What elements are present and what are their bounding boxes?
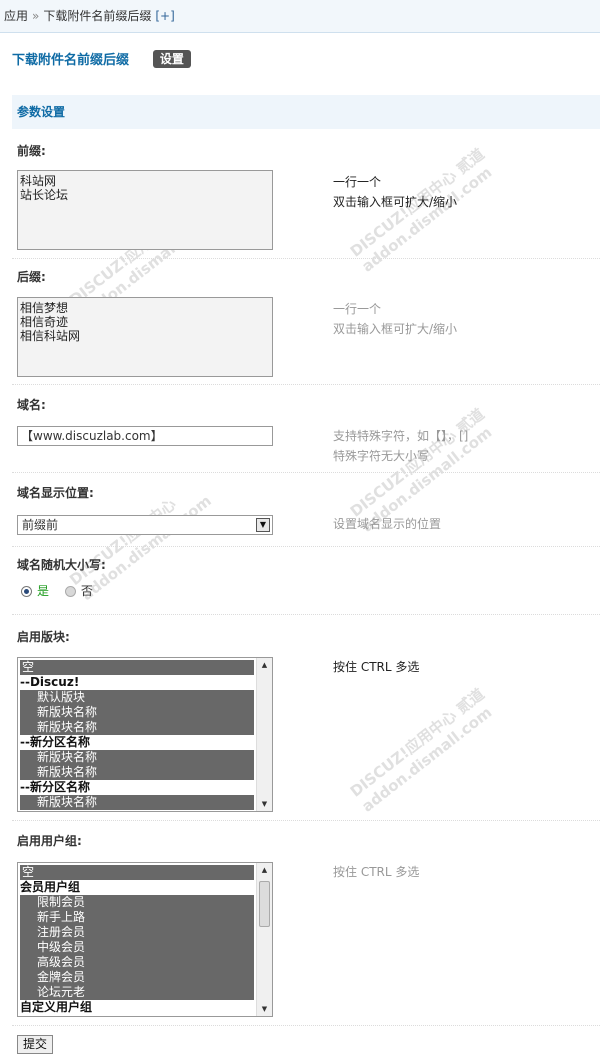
domain-position-label: 域名显示位置: bbox=[17, 486, 94, 500]
domain-label: 域名: bbox=[17, 398, 46, 412]
breadcrumb-plus-link[interactable]: [+] bbox=[155, 9, 174, 23]
divider bbox=[12, 614, 600, 615]
domain-random-case-label: 域名随机大小写: bbox=[17, 558, 106, 572]
prefix-label: 前缀: bbox=[17, 144, 46, 158]
domain-tip: 支持特殊字符，如【】，[] 特殊字符无大小写 bbox=[333, 429, 469, 463]
enabled-groups-tip: 按住 CTRL 多选 bbox=[333, 865, 420, 879]
enabled-forums-options: 空 --Discuz! 默认版块 新版块名称 新版块名称 --新分区名称 新版块名称 新版块名… bbox=[20, 660, 254, 810]
option-group[interactable]: --新分区名称 bbox=[20, 780, 254, 795]
scrollbar[interactable]: ▲ ▼ bbox=[256, 863, 272, 1016]
list-option[interactable]: 限制会员 bbox=[20, 895, 254, 910]
list-option[interactable]: 论坛元老 bbox=[20, 985, 254, 1000]
enabled-groups-listbox[interactable]: 空会员用户组 限制会员 新手上路 注册会员 中级会员 高级会员 金牌会员 论坛元老 自定义用户组… bbox=[17, 862, 273, 1017]
list-option[interactable]: 中级会员 bbox=[20, 940, 254, 955]
enabled-groups-label: 启用用户组: bbox=[17, 834, 82, 848]
scroll-down-icon[interactable]: ▼ bbox=[257, 1002, 272, 1016]
list-option[interactable]: 新版块名称 bbox=[20, 795, 254, 810]
list-option[interactable]: 空 bbox=[20, 660, 254, 675]
suffix-tip: 一行一个 双击输入框可扩大/缩小 bbox=[333, 302, 458, 336]
section-title: 参数设置 bbox=[12, 95, 600, 129]
breadcrumb-separator: » bbox=[32, 9, 40, 23]
domain-position-selected: 前缀前 bbox=[22, 518, 59, 532]
list-option[interactable]: 空 bbox=[20, 865, 254, 880]
domain-input[interactable]: 【www.discuzlab.com】 bbox=[17, 426, 273, 446]
domain-random-case-radios: 是 否 bbox=[21, 583, 93, 599]
radio-yes[interactable] bbox=[21, 586, 32, 597]
list-option[interactable]: 默认版块 bbox=[20, 690, 254, 705]
breadcrumb: 应用 » 下载附件名前缀后缀 [+] bbox=[0, 0, 600, 33]
scrollbar[interactable]: ▲ ▼ bbox=[256, 658, 272, 811]
option-group[interactable]: --新分区名称 bbox=[20, 735, 254, 750]
prefix-tip: 一行一个 双击输入框可扩大/缩小 bbox=[333, 175, 458, 209]
domain-position-tip: 设置域名显示的位置 bbox=[333, 517, 442, 531]
list-option[interactable]: 注册会员 bbox=[20, 925, 254, 940]
divider bbox=[12, 820, 600, 821]
divider bbox=[12, 472, 600, 473]
breadcrumb-root[interactable]: 应用 bbox=[4, 9, 28, 23]
list-option[interactable]: 金牌会员 bbox=[20, 970, 254, 985]
list-option[interactable]: 新版块名称 bbox=[20, 750, 254, 765]
list-option[interactable]: 新版块名称 bbox=[20, 720, 254, 735]
option-group[interactable]: --Discuz! bbox=[20, 675, 254, 690]
enabled-forums-label: 启用版块: bbox=[17, 630, 70, 644]
enabled-groups-options: 空会员用户组 限制会员 新手上路 注册会员 中级会员 高级会员 金牌会员 论坛元老 自定义用户组 bbox=[20, 865, 254, 1015]
breadcrumb-current: 下载附件名前缀后缀 bbox=[43, 9, 152, 23]
enabled-forums-listbox[interactable]: 空 --Discuz! 默认版块 新版块名称 新版块名称 --新分区名称 新版块名称 新版块名… bbox=[17, 657, 273, 812]
suffix-label: 后缀: bbox=[17, 270, 46, 284]
divider bbox=[12, 1025, 600, 1026]
scroll-up-icon[interactable]: ▲ bbox=[257, 658, 272, 672]
radio-no-label[interactable]: 否 bbox=[81, 584, 93, 598]
divider bbox=[12, 384, 600, 385]
list-option[interactable]: 新手上路 bbox=[20, 910, 254, 925]
page-header: 下载附件名前缀后缀 设置 bbox=[12, 50, 191, 72]
radio-no[interactable] bbox=[64, 586, 76, 597]
scroll-thumb[interactable] bbox=[259, 881, 270, 927]
domain-position-select[interactable]: 前缀前 ▼ bbox=[17, 515, 273, 535]
list-option[interactable]: 新版块名称 bbox=[20, 765, 254, 780]
option-group[interactable]: 自定义用户组 bbox=[20, 1000, 254, 1015]
scroll-up-icon[interactable]: ▲ bbox=[257, 863, 272, 877]
divider bbox=[12, 546, 600, 547]
suffix-textarea[interactable]: 相信梦想 相信奇迹 相信科站网 bbox=[17, 297, 273, 377]
tab-settings[interactable]: 设置 bbox=[152, 50, 191, 68]
list-option[interactable]: 高级会员 bbox=[20, 955, 254, 970]
submit-button[interactable]: 提交 bbox=[17, 1035, 54, 1054]
prefix-textarea[interactable]: 科站网 站长论坛 bbox=[17, 170, 273, 250]
scroll-down-icon[interactable]: ▼ bbox=[257, 797, 272, 811]
list-option[interactable]: 新版块名称 bbox=[20, 705, 254, 720]
page-title: 下载附件名前缀后缀 bbox=[12, 53, 130, 68]
enabled-forums-tip: 按住 CTRL 多选 bbox=[333, 660, 420, 674]
divider bbox=[12, 258, 600, 259]
chevron-down-icon[interactable]: ▼ bbox=[256, 518, 270, 532]
watermark: DISCUZ!应用中心 贰道 addon.dismall.com bbox=[346, 684, 496, 816]
option-group[interactable]: 会员用户组 bbox=[20, 880, 254, 895]
radio-yes-label[interactable]: 是 bbox=[37, 584, 49, 598]
